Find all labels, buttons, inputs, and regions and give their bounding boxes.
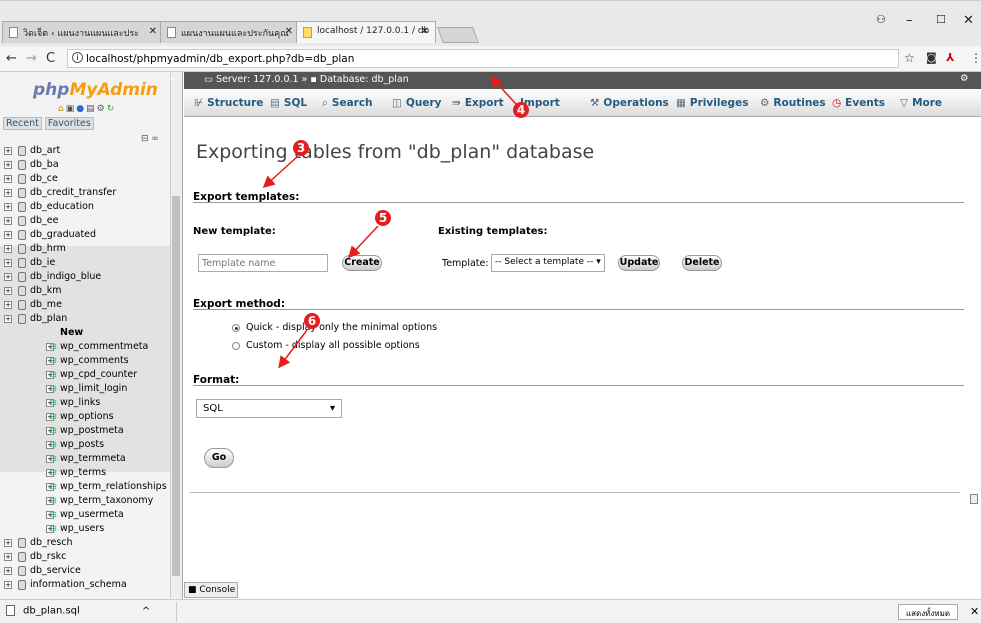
arrow-5 [347,225,379,259]
annotation-marker-6: 6 [304,313,320,329]
annotation-arrows [262,75,517,369]
arrow-4 [489,75,517,105]
annotation-marker-5: 5 [375,210,391,226]
annotation-marker-4: 4 [513,102,529,118]
annotation-marker-3: 3 [293,140,309,156]
arrow-3 [262,155,299,189]
arrow-6 [278,329,308,369]
